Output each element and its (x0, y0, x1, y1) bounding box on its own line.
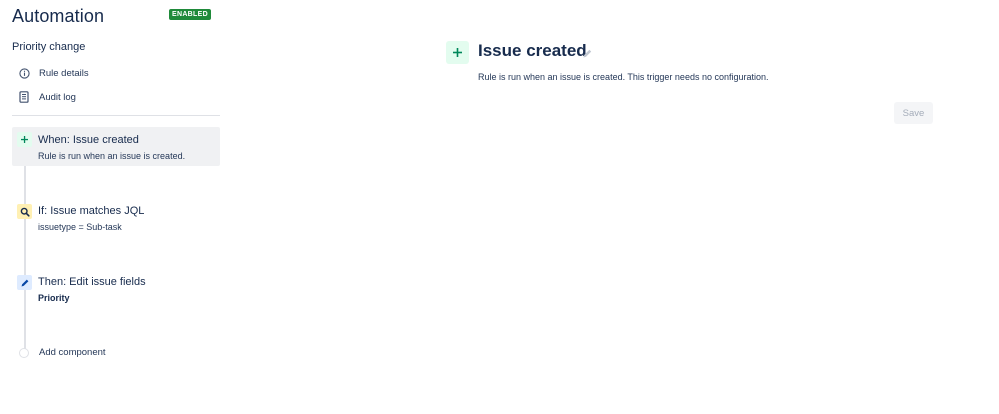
component-title: When: Issue created (38, 134, 139, 146)
add-component-dot (19, 347, 29, 358)
add-component-button[interactable]: Add component (19, 345, 106, 360)
trigger-plus-icon (446, 41, 469, 64)
nav-item-rule-details[interactable]: Rule details (18, 65, 89, 81)
plus-icon (17, 132, 32, 147)
add-component-label: Add component (39, 347, 106, 358)
app-title: Automation (12, 6, 105, 26)
rule-name: Priority change (12, 41, 86, 53)
automation-rule-page: Automation ENABLED Priority change Rule … (0, 0, 999, 414)
document-icon (18, 91, 30, 103)
component-title: If: Issue matches JQL (38, 205, 145, 217)
divider (12, 115, 220, 116)
nav-item-label: Rule details (39, 67, 89, 79)
component-title: Then: Edit issue fields (38, 276, 146, 288)
save-button[interactable]: Save (894, 102, 933, 124)
component-subtitle: Rule is run when an issue is created. (38, 151, 186, 161)
component-action[interactable]: Then: Edit issue fields Priority (12, 269, 220, 308)
component-heading: Issue created (478, 41, 587, 60)
component-trigger[interactable]: When: Issue created Rule is run when an … (12, 127, 220, 166)
pencil-icon (17, 275, 32, 290)
component-description: Rule is run when an issue is created. Th… (478, 72, 769, 82)
status-badge: ENABLED (169, 9, 211, 20)
timeline-connector (24, 146, 26, 351)
component-subtitle: Priority (38, 293, 70, 303)
search-icon (17, 204, 32, 219)
sidebar: Automation ENABLED Priority change Rule … (0, 0, 222, 414)
nav-item-audit-log[interactable]: Audit log (18, 89, 76, 105)
component-subtitle: issuetype = Sub-task (38, 222, 122, 232)
nav-item-label: Audit log (39, 91, 76, 103)
component-condition[interactable]: If: Issue matches JQL issuetype = Sub-ta… (12, 198, 220, 237)
edit-pencil-icon[interactable] (582, 46, 593, 58)
info-icon (18, 67, 30, 79)
